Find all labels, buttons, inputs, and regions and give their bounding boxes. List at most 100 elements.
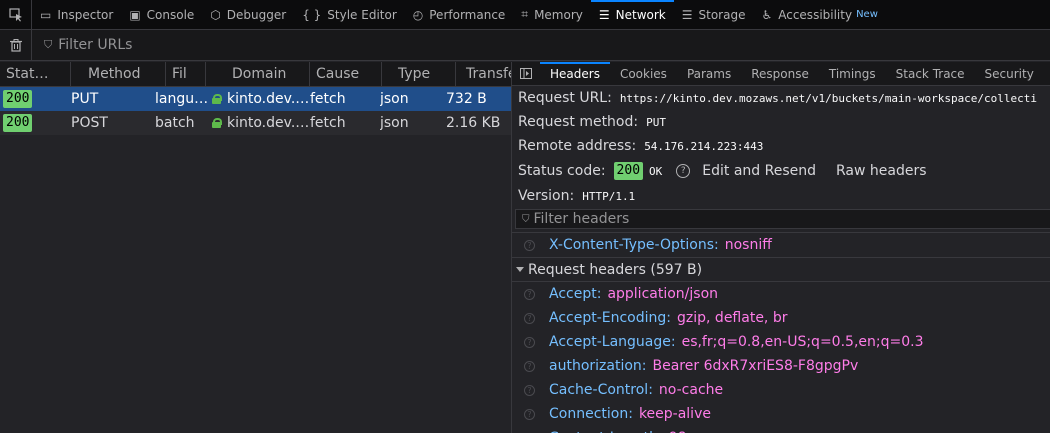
element-picker-button[interactable]	[0, 0, 32, 30]
sidebar-toggle-icon	[520, 68, 532, 79]
details-tab-response[interactable]: Response	[741, 62, 819, 86]
request-headers-title: Request headers (597 B)	[528, 261, 703, 278]
header-help-icon[interactable]: ?	[524, 312, 535, 324]
header-name: X-Content-Type-Options:	[549, 237, 719, 253]
tab-label: Console	[146, 7, 195, 22]
domain-cell: kinto.dev.…	[227, 91, 310, 107]
header-value[interactable]: application/json	[607, 286, 718, 302]
tab-label: Style Editor	[327, 7, 397, 22]
filter-urls-placeholder: Filter URLs	[58, 37, 133, 53]
filter-urls-input[interactable]: ⛉ Filter URLs	[32, 37, 132, 53]
details-tab-headers[interactable]: Headers	[540, 62, 610, 86]
details-tab-params[interactable]: Params	[677, 62, 741, 86]
header-value[interactable]: es,fr;q=0.8,en-US;q=0.5,en;q=0.3	[682, 334, 924, 350]
help-icon[interactable]: ?	[676, 164, 691, 178]
filter-headers-placeholder: Filter headers	[533, 211, 630, 227]
toggle-sidebar-button[interactable]	[512, 62, 540, 86]
header-help-icon[interactable]: ?	[524, 360, 535, 372]
devtools-toolbar: ▭ Inspector ▣ Console ⬡ Debugger { } Style Edit…	[0, 0, 1050, 30]
request-headers-list: ? Accept: application/json? Accept-Encoding…	[512, 282, 1050, 433]
column-header-type[interactable]: Type	[382, 62, 456, 87]
header-help-icon[interactable]: ?	[524, 239, 535, 251]
cause-cell: fetch	[310, 91, 346, 107]
tab-label: Performance	[429, 7, 506, 22]
table-row[interactable]: 200 POST batch kinto.dev.… fetch json 2.…	[0, 111, 511, 135]
header-value[interactable]: Bearer 6dxR7xriES8-F8gpgPv	[653, 358, 859, 374]
tab-accessibility[interactable]: ♿ Accessibility New	[753, 0, 885, 30]
header-name: Accept-Language:	[549, 334, 676, 350]
requests-table: Stat… Method Fil Domain Cause Type Trans…	[0, 62, 511, 433]
status-code-badge: 200	[613, 162, 644, 180]
header-value[interactable]: nosniff	[725, 237, 772, 253]
tab-console[interactable]: ▣ Console	[121, 0, 202, 30]
type-cell: json	[380, 115, 409, 131]
headers-summary: Request URL: https://kinto.dev.mozaws.ne…	[512, 86, 1050, 208]
header-value[interactable]: keep-alive	[639, 406, 711, 422]
header-name: Accept-Encoding:	[549, 310, 672, 326]
header-row: ? X-Content-Type-Options: nosniff	[512, 233, 1050, 257]
method-cell: PUT	[71, 91, 99, 107]
header-value[interactable]: gzip, deflate, br	[677, 310, 787, 326]
transferred-cell: 732 B	[446, 91, 487, 107]
requests-table-header: Stat… Method Fil Domain Cause Type Trans…	[0, 62, 511, 87]
inspector-icon: ▭	[40, 7, 52, 22]
console-icon: ▣	[129, 7, 141, 22]
request-headers-section-toggle[interactable]: Request headers (597 B)	[512, 257, 1050, 282]
transferred-cell: 2.16 KB	[446, 115, 501, 131]
clear-button[interactable]	[0, 29, 32, 61]
request-url-value[interactable]: https://kinto.dev.mozaws.net/v1/buckets/…	[620, 92, 1037, 105]
details-tab-security[interactable]: Security	[975, 62, 1044, 86]
column-header-domain[interactable]: Domain	[206, 62, 310, 87]
storage-icon: ☰	[681, 7, 693, 22]
tab-memory[interactable]: ⌗ Memory	[513, 0, 591, 30]
header-name: Cache-Control:	[549, 382, 653, 398]
header-help-icon[interactable]: ?	[524, 336, 535, 348]
cause-cell: fetch	[310, 115, 346, 131]
remote-address-line: Remote address: 54.176.214.223:443	[518, 134, 1050, 158]
header-name: Accept:	[549, 286, 602, 302]
filter-headers-input[interactable]: ⛉ Filter headers	[515, 209, 1050, 229]
status-code-label: Status code:	[518, 163, 606, 179]
edit-and-resend-button[interactable]: Edit and Resend	[702, 163, 816, 179]
new-badge: New	[856, 9, 878, 20]
element-picker-icon	[8, 7, 22, 21]
tab-performance[interactable]: ◴ Performance	[405, 0, 514, 30]
header-help-icon[interactable]: ?	[524, 408, 535, 420]
tab-network[interactable]: ☰ Network	[590, 0, 674, 30]
tab-label: Accessibility	[778, 7, 853, 22]
tab-inspector[interactable]: ▭ Inspector	[32, 0, 121, 30]
header-value[interactable]: no-cache	[659, 382, 723, 398]
request-url-line: Request URL: https://kinto.dev.mozaws.ne…	[518, 86, 1050, 110]
tab-label: Memory	[534, 7, 583, 22]
network-filter-bar: ⛉ Filter URLs	[0, 29, 1050, 61]
request-url-label: Request URL:	[518, 90, 612, 106]
request-method-line: Request method: PUT	[518, 110, 1050, 134]
details-tab-timings[interactable]: Timings	[819, 62, 886, 86]
version-value: HTTP/1.1	[582, 189, 636, 203]
header-help-icon[interactable]: ?	[524, 288, 535, 300]
remote-address-value: 54.176.214.223:443	[644, 139, 764, 153]
version-line: Version: HTTP/1.1	[518, 184, 1050, 208]
details-tab-stack-trace[interactable]: Stack Trace	[886, 62, 975, 86]
tab-style-editor[interactable]: { } Style Editor	[294, 0, 405, 30]
header-row: ?Content-Length:98	[512, 426, 1050, 433]
tab-label: Storage	[698, 7, 746, 22]
tab-debugger[interactable]: ⬡ Debugger	[202, 0, 294, 30]
details-tab-cookies[interactable]: Cookies	[610, 62, 677, 86]
column-header-status[interactable]: Stat…	[0, 62, 71, 87]
table-row[interactable]: 200 PUT langu… kinto.dev.… fetch json 73…	[0, 87, 511, 111]
status-code-line: Status code: 200 OK ? Edit and Resend Ra…	[518, 158, 1050, 184]
status-badge: 200	[3, 114, 33, 132]
raw-headers-toggle[interactable]: Raw headers	[836, 163, 927, 179]
version-label: Version:	[518, 188, 575, 204]
column-header-cause[interactable]: Cause	[310, 62, 382, 87]
column-header-transferred[interactable]: Transfe	[456, 62, 511, 87]
column-header-file[interactable]: Fil	[166, 62, 206, 87]
tab-storage[interactable]: ☰ Storage	[674, 0, 754, 30]
filter-icon: ⛉	[522, 213, 530, 225]
header-help-icon[interactable]: ?	[524, 384, 535, 396]
details-tabs: Headers Cookies Params Response Timings Stack…	[512, 62, 1050, 86]
column-header-method[interactable]: Method	[71, 62, 166, 87]
header-row: ? Connection: keep-alive	[512, 402, 1050, 426]
header-row: ? Accept-Encoding: gzip, deflate, br	[512, 306, 1050, 330]
